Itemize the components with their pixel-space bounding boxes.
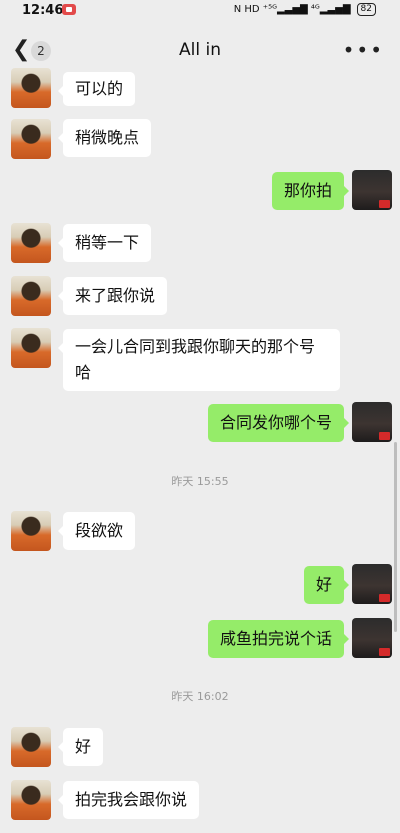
my-avatar[interactable] [352, 564, 392, 604]
timestamp: 昨天 15:55 [171, 475, 229, 488]
message-bubble-sent[interactable]: 那你拍 [271, 172, 350, 210]
message-bubble-received[interactable]: 好 [57, 728, 104, 766]
message-bubble-received[interactable]: 拍完我会跟你说 [57, 781, 200, 819]
message-bubble-sent[interactable]: 咸鱼拍完说个话 [207, 620, 350, 658]
message-list[interactable]: 可以的 稍微晚点 那你拍 稍等一下 来了跟你说 一会儿合同到我跟你聊天的那个号哈… [0, 0, 400, 833]
message-bubble-received[interactable]: 一会儿合同到我跟你聊天的那个号哈 [58, 329, 340, 391]
message-bubble-received[interactable]: 可以的 [57, 72, 136, 106]
contact-avatar[interactable] [11, 780, 51, 820]
message-bubble-received[interactable]: 稍等一下 [57, 224, 152, 262]
contact-avatar[interactable] [11, 511, 51, 551]
timestamp: 昨天 16:02 [171, 690, 229, 703]
message-bubble-received[interactable]: 来了跟你说 [57, 277, 168, 315]
my-avatar[interactable] [352, 170, 392, 210]
message-bubble-received[interactable]: 段欲欲 [57, 512, 136, 550]
my-avatar[interactable] [352, 618, 392, 658]
contact-avatar[interactable] [11, 119, 51, 159]
my-avatar[interactable] [352, 402, 392, 442]
contact-avatar[interactable] [11, 276, 51, 316]
message-bubble-received[interactable]: 稍微晚点 [57, 119, 152, 157]
contact-avatar[interactable] [11, 223, 51, 263]
contact-avatar[interactable] [11, 68, 51, 108]
scrollbar[interactable] [394, 442, 397, 632]
message-bubble-sent[interactable]: 合同发你哪个号 [207, 404, 350, 442]
message-bubble-sent[interactable]: 好 [303, 566, 350, 604]
contact-avatar[interactable] [11, 328, 51, 368]
contact-avatar[interactable] [11, 727, 51, 767]
